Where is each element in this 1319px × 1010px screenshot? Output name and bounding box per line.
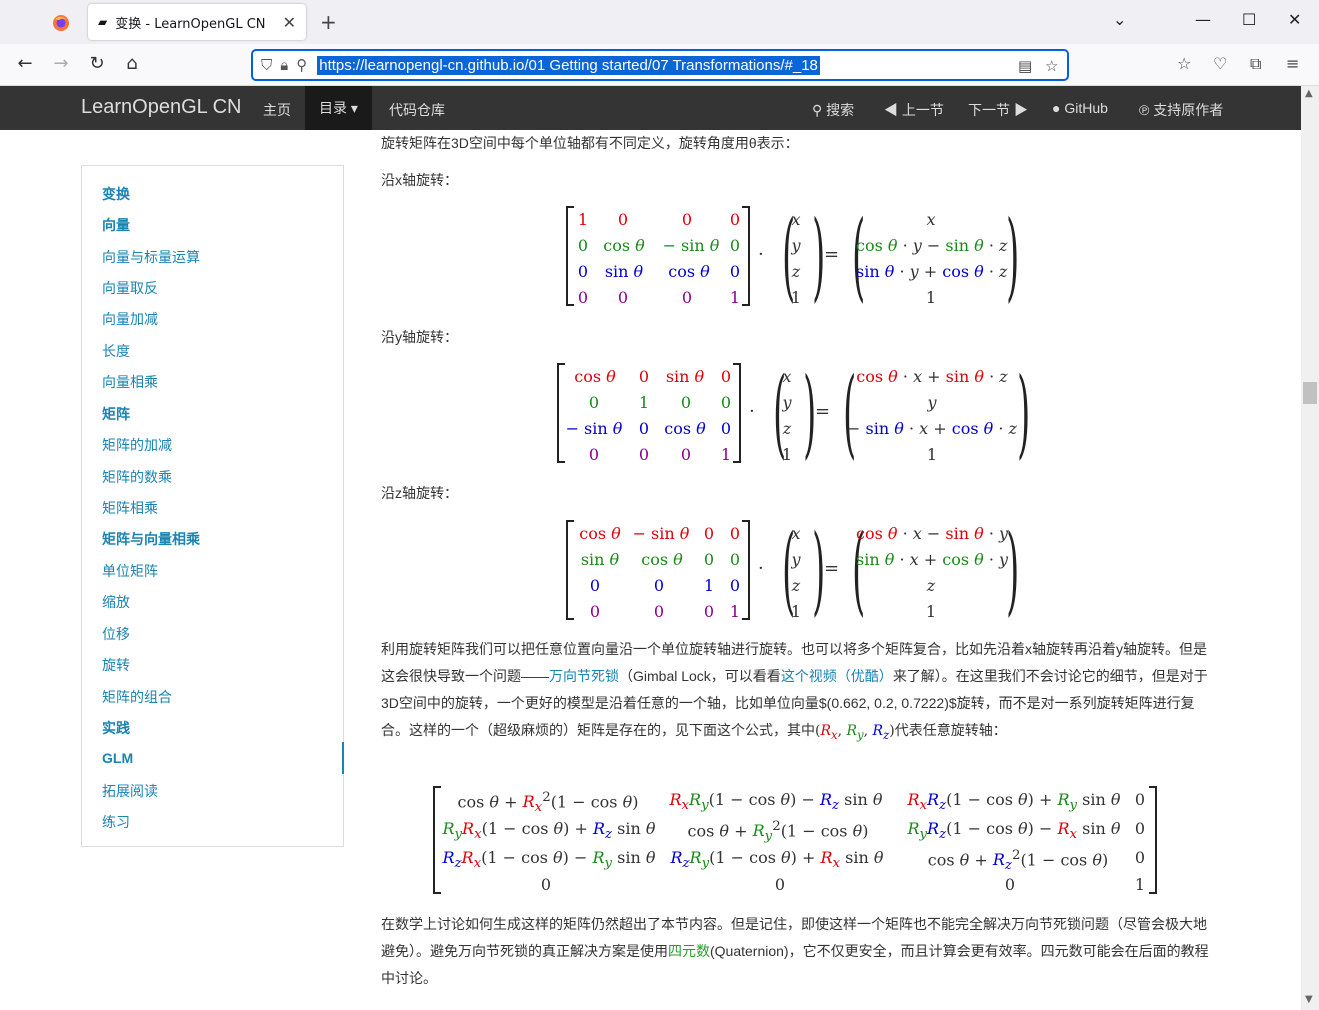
extensions-icon[interactable]: ⧉ bbox=[1250, 54, 1261, 74]
video-link[interactable]: 这个视频（优酷） bbox=[781, 668, 893, 684]
shield-icon[interactable]: ⛉ bbox=[261, 56, 272, 74]
permissions-icon[interactable]: ⚲ bbox=[296, 56, 307, 74]
z-rotation-equation: cos θ − sin θ 0 0 sin θ cos θ 0 0 0 0 1 … bbox=[566, 514, 1026, 626]
scroll-thumb[interactable] bbox=[1303, 382, 1317, 404]
lock-icon[interactable]: 🔒︎ bbox=[280, 56, 288, 74]
x-axis-label: 沿x轴旋转： bbox=[381, 172, 458, 188]
nav-home[interactable]: 主页 bbox=[263, 100, 291, 120]
toc-item[interactable]: 矩阵 bbox=[102, 404, 130, 424]
toc-item[interactable]: 练习 bbox=[102, 812, 130, 832]
back-icon[interactable]: ← bbox=[14, 53, 36, 74]
toc-item[interactable]: 实践 bbox=[102, 718, 130, 738]
nav-github[interactable]: ● GitHub bbox=[1052, 100, 1108, 116]
nav-next[interactable]: 下一节 ▶ bbox=[968, 100, 1028, 120]
nav-repo[interactable]: 代码仓库 bbox=[389, 100, 445, 120]
page-scrollbar[interactable]: ▲ ▼ bbox=[1301, 86, 1319, 1010]
toc-item[interactable]: 矩阵相乘 bbox=[102, 498, 158, 518]
url-bar[interactable]: ⛉ 🔒︎ ⚲ https://learnopengl-cn.github.io/… bbox=[251, 49, 1069, 81]
intro-text: 旋转矩阵在3D空间中每个单位轴都有不同定义，旋转角度用θ表示： bbox=[381, 135, 799, 151]
minimize-icon[interactable]: — bbox=[1195, 10, 1211, 29]
scroll-up-icon[interactable]: ▲ bbox=[1305, 88, 1313, 99]
new-tab-button[interactable]: + bbox=[320, 10, 337, 34]
toc-item[interactable]: 长度 bbox=[102, 341, 130, 361]
gimbal-lock-link[interactable]: 万向节死锁 bbox=[549, 668, 619, 684]
y-axis-label: 沿y轴旋转： bbox=[381, 329, 458, 345]
forward-icon[interactable]: → bbox=[50, 53, 72, 74]
close-tab-icon[interactable]: ✕ bbox=[283, 13, 296, 32]
pocket-icon[interactable]: ♡ bbox=[1213, 54, 1227, 73]
url-text[interactable]: https://learnopengl-cn.github.io/01 Gett… bbox=[317, 55, 820, 75]
bookmark-star-icon[interactable]: ☆ bbox=[1045, 57, 1058, 75]
arrow-right-icon: ▶ bbox=[1013, 102, 1028, 118]
toc-item[interactable]: 单位矩阵 bbox=[102, 561, 158, 581]
z-axis-label: 沿z轴旋转： bbox=[381, 485, 458, 501]
toc-item[interactable]: 向量与标量运算 bbox=[102, 247, 200, 267]
search-icon: ⚲ bbox=[812, 102, 823, 118]
site-header: LearnOpenGL CN 主页 目录 ▾ 代码仓库 ⚲ 搜索 ◀ 上一节 下… bbox=[0, 86, 1301, 130]
bookmarks-icon[interactable]: ☆ bbox=[1177, 54, 1191, 73]
y-rotation-equation: cos θ 0 sin θ 0 0 1 0 0 − sin θ 0 cos θ … bbox=[557, 357, 1037, 469]
nav-support[interactable]: ℗ 支持原作者 bbox=[1139, 100, 1223, 120]
toc-active-indicator bbox=[342, 742, 344, 774]
firefox-icon[interactable] bbox=[46, 8, 76, 38]
toc-sidebar: 变换向量向量与标量运算 向量取反向量加减长度向量相乘矩阵矩阵的加减矩阵的数乘矩阵相… bbox=[81, 165, 344, 847]
toc-item[interactable]: 矩阵的组合 bbox=[102, 687, 172, 707]
quaternion-link[interactable]: 四元数 bbox=[668, 943, 710, 959]
toc-item[interactable]: 向量 bbox=[102, 215, 130, 235]
toc-item[interactable]: 旋转 bbox=[102, 655, 130, 675]
toc-item[interactable]: 矩阵的加减 bbox=[102, 435, 172, 455]
nav-prev[interactable]: ◀ 上一节 bbox=[884, 100, 944, 120]
document-icon: ▰ bbox=[98, 15, 108, 29]
toc-item[interactable]: 矩阵的数乘 bbox=[102, 467, 172, 487]
x-rotation-equation: 1 0 0 0 0 cos θ − sin θ 0 0 sin θ cos θ … bbox=[566, 200, 1026, 312]
toc-item[interactable]: 向量取反 bbox=[102, 278, 158, 298]
site-brand[interactable]: LearnOpenGL CN bbox=[81, 96, 241, 119]
toc-item[interactable]: 向量相乘 bbox=[102, 372, 158, 392]
browser-navbar: ← → ↻ ⌂ ⛉ 🔒︎ ⚲ https://learnopengl-cn.gi… bbox=[0, 44, 1319, 86]
toc-item[interactable]: 位移 bbox=[102, 624, 130, 644]
reader-view-icon[interactable]: ▤ bbox=[1018, 57, 1032, 75]
toc-item[interactable]: 拓展阅读 bbox=[102, 781, 158, 801]
paragraph-rotation-axis: 利用旋转矩阵我们可以把任意位置向量沿一个单位旋转轴进行旋转。也可以将多个矩阵复合… bbox=[381, 641, 1208, 742]
list-tabs-icon[interactable]: ⌄ bbox=[1113, 10, 1126, 29]
scroll-down-icon[interactable]: ▼ bbox=[1305, 994, 1313, 1005]
nav-toc-dropdown[interactable]: 目录 ▾ bbox=[305, 86, 372, 130]
menu-icon[interactable]: ≡ bbox=[1286, 54, 1299, 73]
close-window-icon[interactable]: ✕ bbox=[1288, 10, 1301, 29]
paragraph-quaternion: 在数学上讨论如何生成这样的矩阵仍然超出了本节内容。但是记住，即使这样一个矩阵也不… bbox=[381, 916, 1209, 986]
reload-icon[interactable]: ↻ bbox=[86, 53, 108, 74]
toc-item[interactable]: 向量加减 bbox=[102, 309, 158, 329]
toc-item[interactable]: GLM bbox=[102, 750, 133, 766]
maximize-icon[interactable]: ☐ bbox=[1242, 10, 1256, 29]
tab-title: 变换 - LearnOpenGL CN bbox=[115, 16, 266, 32]
toc-item[interactable]: 矩阵与向量相乘 bbox=[102, 529, 200, 549]
github-icon: ● bbox=[1052, 100, 1061, 116]
arrow-left-icon: ◀ bbox=[884, 102, 898, 118]
toc-item[interactable]: 缩放 bbox=[102, 592, 130, 612]
toc-item[interactable]: 变换 bbox=[102, 184, 130, 204]
home-icon[interactable]: ⌂ bbox=[121, 53, 143, 74]
paypal-icon: ℗ bbox=[1139, 102, 1150, 118]
nav-search[interactable]: ⚲ 搜索 bbox=[812, 100, 854, 120]
browser-tab-active[interactable]: ▰ 变换 - LearnOpenGL CN ✕ bbox=[88, 4, 306, 40]
arbitrary-axis-matrix: cos θ + Rx2(1 − cos θ) RxRy(1 − cos θ) −… bbox=[433, 786, 1157, 896]
browser-tabbar: ▰ 变换 - LearnOpenGL CN ✕ + ⌄ — ☐ ✕ bbox=[0, 0, 1319, 44]
